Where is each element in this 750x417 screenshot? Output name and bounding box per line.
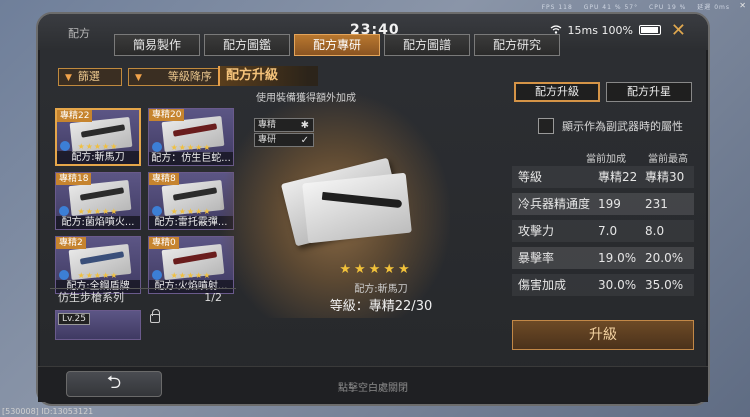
- cpu-readout: CPU 19 %: [649, 4, 687, 11]
- rank-badge: 專精0: [149, 237, 179, 249]
- lock-icon: [150, 309, 160, 323]
- dropdown-triangle-icon: ▼: [135, 73, 142, 83]
- attribute-current: 7.0: [598, 224, 618, 238]
- rank-badge: 專精20: [149, 109, 185, 121]
- tab-simple-craft[interactable]: 簡易製作: [114, 34, 200, 56]
- sort-label: 等級降序: [167, 70, 212, 83]
- asterisk-icon: ✱: [300, 120, 309, 131]
- series-header[interactable]: 仿生步槍系列 1/2: [50, 288, 236, 306]
- fps-readout: FPS 118: [541, 4, 573, 11]
- item-level: 等級：專精22/30: [329, 299, 433, 314]
- check-icon: ✓: [300, 135, 309, 146]
- attribute-row: 冷兵器精通度 199 231: [512, 193, 694, 215]
- tab-recipe-mastery[interactable]: 配方專研: [294, 34, 380, 56]
- attribute-current: 199: [598, 197, 621, 211]
- section-subtitle: 使用裝備獲得額外加成: [256, 93, 356, 104]
- bonus-legend: 專精 ✱ 專研 ✓: [254, 118, 314, 148]
- recipe-card[interactable]: 專精2 ★★★★★ 配方:全鋼盾牌: [55, 236, 141, 294]
- level-badge: Lv.25: [58, 313, 90, 325]
- battery-readout: 100%: [601, 24, 633, 37]
- ping-readout: 15ms: [567, 24, 598, 37]
- rank-badge: 專精2: [56, 237, 86, 249]
- upgrade-button[interactable]: 升級: [512, 320, 694, 350]
- tab-recipe-upgrade[interactable]: 配方升級: [514, 82, 600, 102]
- attribute-name: 傷害加成: [518, 278, 567, 292]
- main-tabs: 簡易製作 配方圖鑑 配方專研 配方圖譜 配方研究: [114, 34, 560, 56]
- recipe-name: 配方:斬馬刀: [57, 151, 139, 164]
- close-icon[interactable]: ✕: [671, 20, 686, 41]
- rank-badge: 專精22: [57, 110, 93, 122]
- attribute-name: 攻擊力: [518, 224, 555, 238]
- wifi-icon: [550, 25, 562, 34]
- tab-recipe-atlas[interactable]: 配方圖譜: [384, 34, 470, 56]
- attribute-row: 傷害加成 30.0% 35.0%: [512, 274, 694, 296]
- star-rating: ★★★★★: [77, 207, 119, 216]
- gpu-readout: GPU 41 % 57°: [583, 4, 639, 11]
- legend-label: 專精: [258, 120, 277, 130]
- tab-recipe-research[interactable]: 配方研究: [474, 34, 560, 56]
- rank-badge: 專精8: [149, 173, 179, 185]
- build-id: [530008] ID:13053121: [2, 407, 94, 416]
- attribute-name: 等級: [518, 170, 543, 184]
- star-rating: ★★★★★: [77, 271, 119, 280]
- attribute-max: 專精30: [645, 170, 685, 184]
- recipe-card[interactable]: 專精22 ★★★★★ 配方:斬馬刀: [55, 108, 141, 166]
- attribute-row: 等級 專精22 專精30: [512, 166, 694, 188]
- perf-stats: FPS 118 GPU 41 % 57° CPU 19 % 延遲 0ms: [534, 2, 730, 11]
- filter-button[interactable]: ▼ 篩選: [58, 68, 122, 86]
- column-header-current: 當前加成: [586, 154, 626, 165]
- legend-row-mastery: 專精 ✱: [254, 118, 314, 132]
- attribute-current: 專精22: [598, 170, 638, 184]
- legend-label: 專研: [258, 135, 277, 145]
- checkbox-label: 顯示作為副武器時的屬性: [562, 120, 683, 133]
- attribute-row: 暴擊率 19.0% 20.0%: [512, 247, 694, 269]
- device-hud: FPS 118 GPU 41 % 57° CPU 19 % 延遲 0ms ✕: [0, 0, 750, 12]
- star-rating: ★★★★★: [339, 262, 413, 277]
- checkbox[interactable]: [538, 118, 554, 134]
- latency-readout: 延遲 0ms: [697, 4, 730, 11]
- battery-icon: [639, 25, 662, 35]
- series-label: 仿生步槍系列: [58, 291, 124, 304]
- attribute-max: 20.0%: [645, 251, 684, 265]
- tab-recipe-catalog[interactable]: 配方圖鑑: [204, 34, 290, 56]
- attribute-name: 冷兵器精通度: [518, 197, 591, 211]
- attribute-current: 30.0%: [598, 278, 637, 292]
- attribute-max: 231: [645, 197, 668, 211]
- rank-badge: 專精18: [56, 173, 92, 185]
- window-title: 配方: [68, 27, 90, 40]
- tab-recipe-star[interactable]: 配方升星: [606, 82, 692, 102]
- bottom-bar: ⮌ 點擊空白處關閉: [38, 366, 708, 402]
- recipe-name: 配方:菌焰噴火...: [56, 216, 140, 229]
- filter-label: 篩選: [77, 70, 100, 83]
- legend-row-research: 專研 ✓: [254, 133, 314, 147]
- status-area: 15ms 100%: [550, 24, 662, 37]
- recipe-card[interactable]: 專精18 ★★★★★ 配方:菌焰噴火...: [55, 172, 141, 230]
- close-hint[interactable]: 點擊空白處關閉: [338, 379, 408, 394]
- secondary-weapon-toggle[interactable]: 顯示作為副武器時的屬性: [538, 118, 683, 134]
- hud-close-icon[interactable]: ✕: [739, 1, 746, 10]
- dropdown-triangle-icon: ▼: [65, 73, 72, 83]
- item-name: 配方:斬馬刀: [354, 284, 408, 295]
- recipe-paper-image: [302, 172, 412, 244]
- attribute-max: 35.0%: [645, 278, 684, 292]
- attribute-max: 8.0: [645, 224, 665, 238]
- attribute-current: 19.0%: [598, 251, 637, 265]
- attribute-row: 攻擊力 7.0 8.0: [512, 220, 694, 242]
- attribute-name: 暴擊率: [518, 251, 555, 265]
- back-button[interactable]: ⮌: [66, 371, 162, 397]
- series-item-card[interactable]: Lv.25: [55, 310, 141, 340]
- back-arrow-icon: ⮌: [106, 372, 122, 393]
- section-title: 配方升級: [218, 66, 318, 86]
- column-header-max: 當前最高: [648, 154, 688, 165]
- star-rating: ★★★★★: [77, 142, 119, 151]
